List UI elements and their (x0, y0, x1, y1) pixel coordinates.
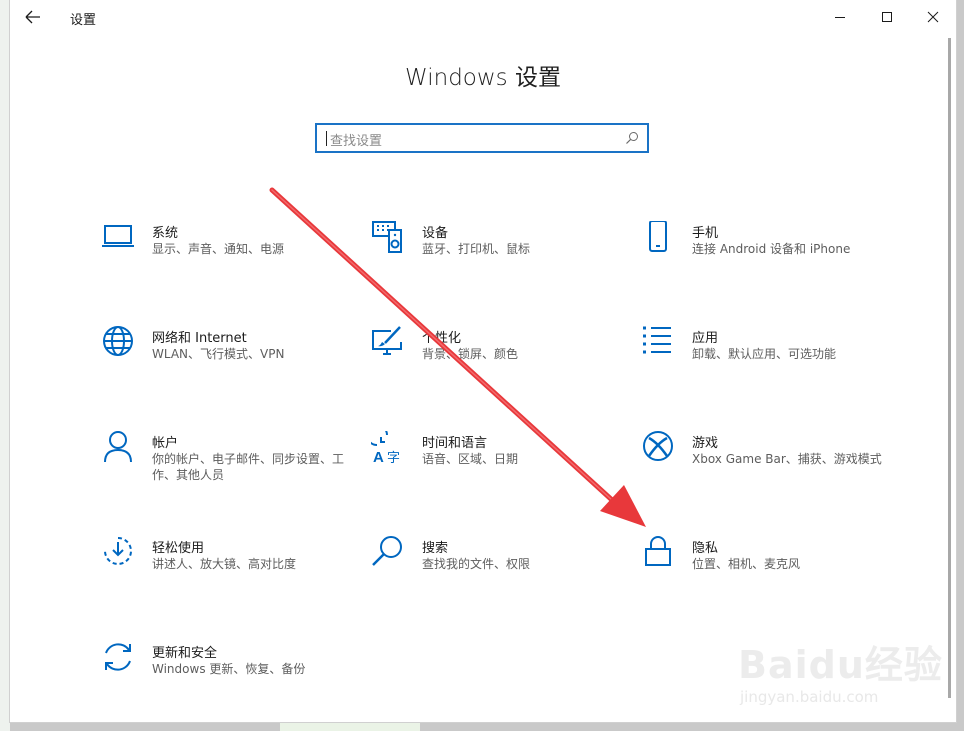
arrow-left-icon (25, 10, 40, 24)
tile-description: 连接 Android 设备和 iPhone (692, 242, 851, 256)
svg-text:A: A (373, 449, 384, 465)
tile-network[interactable]: 网络和 Internet WLAN、飞行模式、VPN (101, 326, 351, 396)
tile-description: WLAN、飞行模式、VPN (152, 347, 285, 361)
tile-privacy[interactable]: 隐私 位置、相机、麦克风 (641, 536, 891, 606)
tile-devices[interactable]: 设备 蓝牙、打印机、鼠标 (371, 221, 621, 291)
tile-description: 查找我的文件、权限 (422, 557, 531, 571)
tile-title: 系统 (152, 226, 179, 241)
tile-search[interactable]: 搜索 查找我的文件、权限 (371, 536, 621, 606)
search-icon (626, 132, 638, 144)
tile-description: Windows 更新、恢复、备份 (152, 662, 306, 676)
tile-description: Xbox Game Bar、捕获、游戏模式 (692, 452, 882, 466)
magnifier-icon (372, 536, 402, 566)
phone-icon (649, 221, 667, 252)
back-button[interactable] (22, 7, 44, 27)
tile-description: 讲述人、放大镜、高对比度 (152, 557, 297, 571)
tile-personalization[interactable]: 个性化 背景、锁屏、颜色 (371, 326, 621, 396)
tile-description: 蓝牙、打印机、鼠标 (422, 242, 531, 256)
search-placeholder: 查找设置 (330, 134, 383, 149)
tile-description: 显示、声音、通知、电源 (152, 242, 285, 256)
tile-phone[interactable]: 手机 连接 Android 设备和 iPhone (641, 221, 891, 291)
tile-title: 设备 (422, 226, 449, 241)
text-caret (326, 131, 327, 146)
search-input[interactable]: 查找设置 (315, 123, 649, 153)
apps-list-icon (643, 326, 671, 354)
tile-title: 手机 (692, 226, 719, 241)
watermark-brand: Baidu经验 (738, 643, 943, 687)
window-title: 设置 (70, 13, 97, 28)
tile-apps[interactable]: 应用 卸载、默认应用、可选功能 (641, 326, 891, 396)
tile-description: 语音、区域、日期 (422, 452, 519, 466)
maximize-button[interactable] (876, 6, 898, 28)
tile-title: 帐户 (152, 436, 179, 451)
ease-of-access-icon (104, 537, 132, 565)
globe-icon (103, 326, 133, 356)
tile-time-language[interactable]: A 字 时间和语言 语音、区域、日期 (371, 431, 621, 501)
close-icon (927, 11, 939, 23)
watermark-url: jingyan.baidu.com (740, 688, 879, 706)
tile-system[interactable]: 系统 显示、声音、通知、电源 (101, 221, 351, 291)
tile-ease-of-access[interactable]: 轻松使用 讲述人、放大镜、高对比度 (101, 536, 351, 606)
watermark-logo: Baidu经验 jingyan.baidu.com (738, 626, 948, 712)
vertical-scrollbar[interactable] (948, 38, 951, 698)
tile-description: 卸载、默认应用、可选功能 (692, 347, 837, 361)
settings-window: 设置 Windows 设置 查找设置 系统 显示、声音、通知、电源 设备 蓝牙、… (9, 0, 957, 723)
maximize-icon (882, 12, 892, 22)
title-bar: 设置 (10, 0, 956, 34)
svg-text:字: 字 (387, 451, 400, 465)
paint-monitor-icon (372, 326, 402, 355)
minimize-icon (835, 17, 845, 18)
tile-update-security[interactable]: 更新和安全 Windows 更新、恢复、备份 (101, 641, 351, 711)
tile-title: 游戏 (692, 436, 719, 451)
tile-title: 时间和语言 (422, 436, 488, 451)
tile-gaming[interactable]: 游戏 Xbox Game Bar、捕获、游戏模式 (641, 431, 891, 501)
tile-title: 轻松使用 (152, 541, 205, 556)
tile-description: 你的帐户、电子邮件、同步设置、工作、其他人员 (152, 452, 345, 482)
tile-title: 个性化 (422, 331, 462, 346)
tile-title: 网络和 Internet (152, 331, 247, 346)
laptop-icon (102, 225, 134, 247)
minimize-button[interactable] (829, 6, 851, 28)
lock-icon (645, 536, 671, 566)
background-page-strip (280, 722, 420, 731)
close-button[interactable] (922, 6, 944, 28)
sync-icon (105, 643, 131, 671)
tile-title: 更新和安全 (152, 646, 218, 661)
tile-title: 应用 (692, 331, 719, 346)
tile-accounts[interactable]: 帐户 你的帐户、电子邮件、同步设置、工作、其他人员 (101, 431, 351, 501)
tile-title: 搜索 (422, 541, 449, 556)
tile-description: 位置、相机、麦克风 (692, 557, 801, 571)
tile-description: 背景、锁屏、颜色 (422, 347, 519, 361)
page-heading: Windows 设置 (405, 65, 561, 91)
keyboard-speaker-icon (372, 221, 402, 253)
person-icon (104, 431, 132, 463)
xbox-icon (643, 431, 673, 461)
time-language-icon: A 字 (371, 431, 400, 465)
tile-title: 隐私 (692, 541, 719, 556)
